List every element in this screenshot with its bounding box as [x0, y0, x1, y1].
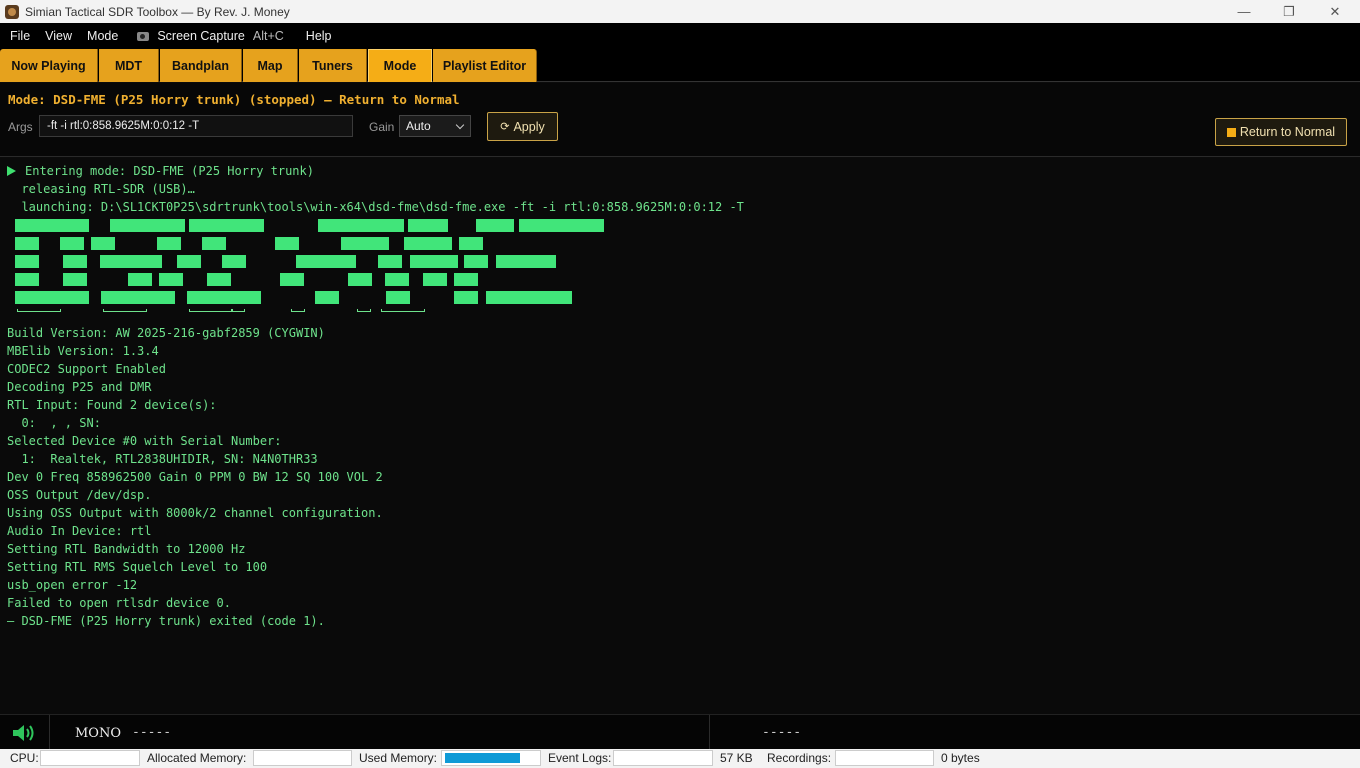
stop-icon — [1226, 127, 1236, 137]
allocated-memory-label: Allocated Memory: — [147, 751, 247, 765]
console-line: Build Version: AW 2025-216-gabf2859 (CYG… — [7, 326, 325, 340]
console-line: OSS Output /dev/dsp. — [7, 488, 152, 502]
event-logs-size: 57 KB — [720, 751, 753, 765]
minimize-button[interactable]: — — [1221, 0, 1267, 23]
ascii-art-banner — [7, 216, 627, 324]
recordings-size: 0 bytes — [941, 751, 980, 765]
console-line: Selected Device #0 with Serial Number: — [7, 434, 282, 448]
used-memory-fill — [445, 753, 520, 763]
status-bar: CPU: Allocated Memory: Used Memory: Even… — [0, 749, 1360, 768]
gain-select[interactable]: Auto — [399, 115, 471, 137]
console-header-line: Entering mode: DSD-FME (P25 Horry trunk) — [7, 162, 1360, 180]
console-line: RTL Input: Found 2 device(s): — [7, 398, 217, 412]
mode-status-title: Mode: DSD-FME (P25 Horry trunk) (stopped… — [8, 92, 460, 107]
cpu-meter — [40, 750, 140, 766]
audio-status-bar: MONO ----- ----- — [0, 714, 1360, 750]
console-line: CODEC2 Support Enabled — [7, 362, 166, 376]
left-readout: ----- — [132, 725, 172, 740]
tab-now-playing[interactable]: Now Playing — [0, 49, 98, 82]
cpu-label: CPU: — [10, 751, 39, 765]
camera-icon — [137, 31, 150, 41]
return-to-normal-button[interactable]: Return to Normal — [1215, 118, 1347, 146]
menu-screen-capture[interactable]: Screen Capture Alt+C — [128, 29, 288, 43]
speaker-icon[interactable] — [12, 724, 36, 742]
tab-mdt[interactable]: MDT — [99, 49, 159, 82]
menu-mode[interactable]: Mode — [82, 29, 123, 43]
console-line: Using OSS Output with 8000k/2 channel co… — [7, 506, 383, 520]
gain-select-value: Auto — [406, 119, 431, 133]
tab-playlist-editor[interactable]: Playlist Editor — [433, 49, 537, 82]
console-line: usb_open error -12 — [7, 578, 138, 592]
allocated-memory-meter — [253, 750, 352, 766]
menu-screen-capture-label: Screen Capture — [157, 29, 245, 43]
gain-label: Gain — [369, 120, 395, 134]
event-logs-meter — [613, 750, 713, 766]
console-line: Setting RTL Bandwidth to 12000 Hz — [7, 542, 246, 556]
app-logo-icon — [5, 4, 19, 19]
console-line: MBElib Version: 1.3.4 — [7, 344, 159, 358]
maximize-button[interactable]: ❐ — [1266, 0, 1312, 23]
apply-button-label: Apply — [513, 119, 545, 134]
close-icon: ✕ — [1329, 3, 1341, 19]
right-readout: ----- — [762, 725, 802, 740]
console-header-line: launching: D:\SL1CKT0P25\sdrtrunk\tools\… — [7, 200, 744, 214]
console-output[interactable]: Entering mode: DSD-FME (P25 Horry trunk)… — [0, 158, 1360, 714]
return-to-normal-label: Return to Normal — [1239, 125, 1336, 139]
args-label: Args — [8, 120, 33, 134]
title-bar: Simian Tactical SDR Toolbox — By Rev. J.… — [0, 0, 1360, 23]
args-input[interactable] — [39, 115, 353, 137]
console-line: — DSD-FME (P25 Horry trunk) exited (code… — [7, 614, 325, 628]
recordings-meter — [835, 750, 934, 766]
console-line: Setting RTL RMS Squelch Level to 100 — [7, 560, 268, 574]
maximize-icon: ❐ — [1283, 3, 1295, 19]
tab-bandplan[interactable]: Bandplan — [160, 49, 242, 82]
tab-mode[interactable]: Mode — [368, 49, 432, 82]
menu-help[interactable]: Help — [301, 29, 337, 43]
tab-map[interactable]: Map — [243, 49, 298, 82]
divider — [49, 715, 50, 750]
recordings-label: Recordings: — [767, 751, 832, 765]
window-title: Simian Tactical SDR Toolbox — By Rev. J.… — [25, 4, 290, 19]
console-header-line: releasing RTL-SDR (USB)… — [7, 182, 195, 196]
event-logs-label: Event Logs: — [548, 751, 612, 765]
console-line: Dev 0 Freq 858962500 Gain 0 PPM 0 BW 12 … — [7, 470, 383, 484]
divider — [709, 715, 710, 750]
console-line: Audio In Device: rtl — [7, 524, 152, 538]
menu-view[interactable]: View — [40, 29, 77, 43]
used-memory-label: Used Memory: — [359, 751, 438, 765]
refresh-icon: ⟳ — [500, 121, 510, 133]
menu-bar: File View Mode Screen Capture Alt+C Help — [0, 23, 1360, 49]
used-memory-meter — [441, 750, 541, 766]
channel-mode-label: MONO — [75, 726, 122, 741]
close-button[interactable]: ✕ — [1312, 0, 1358, 23]
apply-button[interactable]: ⟳ Apply — [487, 112, 558, 141]
console-line: 1: Realtek, RTL2838UHIDIR, SN: N4N0THR33 — [7, 452, 318, 466]
mode-panel: Mode: DSD-FME (P25 Horry trunk) (stopped… — [0, 83, 1360, 157]
tab-tuners[interactable]: Tuners — [299, 49, 367, 82]
minimize-icon: — — [1237, 4, 1251, 19]
console-header-text: Entering mode: DSD-FME (P25 Horry trunk) — [25, 164, 314, 178]
console-line: Decoding P25 and DMR — [7, 380, 152, 394]
console-line: Failed to open rtlsdr device 0. — [7, 596, 231, 610]
menu-screen-capture-shortcut: Alt+C — [252, 29, 284, 43]
menu-file[interactable]: File — [5, 29, 35, 43]
play-icon — [7, 166, 16, 176]
console-line: 0: , , SN: — [7, 416, 101, 430]
chevron-down-icon — [455, 120, 465, 130]
tab-bar: Now Playing MDT Bandplan Map Tuners Mode… — [0, 49, 1360, 82]
